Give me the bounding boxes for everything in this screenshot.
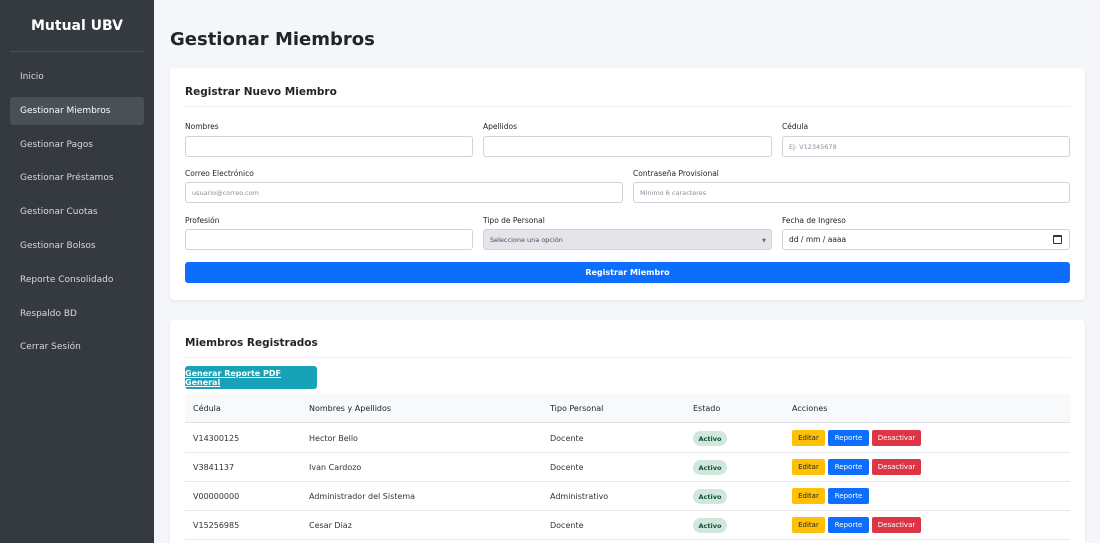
column-header-cedula[interactable]: Cédula <box>193 404 221 413</box>
cell-tipo: Docente <box>550 463 584 472</box>
column-header-tipo[interactable]: Tipo Personal <box>550 404 603 413</box>
nombres-label: Nombres <box>185 122 219 131</box>
row-actions: Editar Reporte <box>792 488 869 504</box>
contrasena-input[interactable]: Mínimo 6 caracteres <box>633 182 1070 203</box>
cell-cedula: V3841137 <box>193 463 235 472</box>
status-badge: Activo <box>693 431 727 446</box>
sidebar-item-gestionar-bolsos[interactable]: Gestionar Bolsos <box>10 232 144 260</box>
cell-nombre: Administrador del Sistema <box>309 492 416 501</box>
card-title: Registrar Nuevo Miembro <box>185 86 337 98</box>
cell-tipo: Administrativo <box>550 492 609 501</box>
contrasena-label: Contraseña Provisional <box>633 169 719 178</box>
apellidos-label: Apellidos <box>483 122 518 131</box>
sidebar: Mutual UBV Inicio Gestionar Miembros Ges… <box>0 0 154 543</box>
row-actions: Editar Reporte Desactivar <box>792 459 921 475</box>
sidebar-item-reporte-consolidado[interactable]: Reporte Consolidado <box>10 266 144 294</box>
card-divider <box>185 357 1070 358</box>
sidebar-item-gestionar-pagos[interactable]: Gestionar Pagos <box>10 131 144 159</box>
fecha-ingreso-input[interactable]: dd / mm / aaaa <box>782 229 1070 250</box>
sidebar-item-gestionar-cuotas[interactable]: Gestionar Cuotas <box>10 198 144 226</box>
page-title: Gestionar Miembros <box>170 29 375 50</box>
register-member-card: Registrar Nuevo Miembro Nombres Apellido… <box>170 68 1085 300</box>
column-header-estado[interactable]: Estado <box>693 404 720 413</box>
table-header: Cédula Nombres y Apellidos Tipo Personal… <box>185 394 1070 423</box>
correo-label: Correo Electrónico <box>185 169 254 178</box>
deactivate-button[interactable]: Desactivar <box>872 430 921 446</box>
edit-button[interactable]: Editar <box>792 517 825 533</box>
card-divider <box>185 106 1070 107</box>
fecha-ingreso-value: dd / mm / aaaa <box>789 235 847 244</box>
table-row: V00000000 Administrador del Sistema Admi… <box>185 482 1070 511</box>
sidebar-item-label: Gestionar Pagos <box>20 139 93 150</box>
row-actions: Editar Reporte Desactivar <box>792 517 921 533</box>
sidebar-item-cerrar-sesion[interactable]: Cerrar Sesión <box>10 333 144 361</box>
cell-nombre: Cesar Diaz <box>309 521 352 530</box>
sidebar-nav: Inicio Gestionar Miembros Gestionar Pago… <box>0 63 154 361</box>
deactivate-button[interactable]: Desactivar <box>872 459 921 475</box>
report-button[interactable]: Reporte <box>828 488 869 504</box>
cell-tipo: Docente <box>550 434 584 443</box>
sidebar-item-inicio[interactable]: Inicio <box>10 63 144 91</box>
table-row: V3841137 Ivan Cardozo Docente Activo Edi… <box>185 453 1070 482</box>
tipo-personal-select[interactable]: Seleccione una opción ▼ <box>483 229 772 250</box>
profesion-label: Profesión <box>185 216 220 225</box>
sidebar-item-gestionar-miembros[interactable]: Gestionar Miembros <box>10 96 144 125</box>
apellidos-input[interactable] <box>483 136 772 157</box>
column-header-nombres[interactable]: Nombres y Apellidos <box>309 404 391 413</box>
edit-button[interactable]: Editar <box>792 430 825 446</box>
cell-cedula: V15256985 <box>193 521 240 530</box>
edit-button[interactable]: Editar <box>792 459 825 475</box>
cell-tipo: Docente <box>550 521 584 530</box>
cell-cedula: V14300125 <box>193 434 240 443</box>
sidebar-item-label: Cerrar Sesión <box>20 342 81 353</box>
cedula-label: Cédula <box>782 122 809 131</box>
fecha-ingreso-label: Fecha de Ingreso <box>782 216 846 225</box>
table-row: V15256985 Cesar Diaz Docente Activo Edit… <box>185 511 1070 540</box>
column-header-acciones: Acciones <box>792 404 828 413</box>
sidebar-item-gestionar-prestamos[interactable]: Gestionar Préstamos <box>10 164 144 192</box>
sidebar-item-label: Respaldo BD <box>20 308 77 319</box>
cell-nombre: Hector Bello <box>309 434 358 443</box>
card-title: Miembros Registrados <box>185 337 318 349</box>
row-actions: Editar Reporte Desactivar <box>792 430 921 446</box>
sidebar-item-label: Inicio <box>20 72 44 82</box>
sidebar-item-label: Reporte Consolidado <box>20 274 114 285</box>
report-button[interactable]: Reporte <box>828 430 869 446</box>
sidebar-item-label: Gestionar Miembros <box>20 105 111 116</box>
report-button[interactable]: Reporte <box>828 517 869 533</box>
status-badge: Activo <box>693 518 727 533</box>
members-card: Miembros Registrados Generar Reporte PDF… <box>170 320 1085 543</box>
nombres-input[interactable] <box>185 136 473 157</box>
correo-input[interactable]: usuario@correo.com <box>185 182 623 203</box>
tipo-personal-label: Tipo de Personal <box>483 216 545 225</box>
cell-nombre: Ivan Cardozo <box>309 463 362 472</box>
profesion-input[interactable] <box>185 229 473 250</box>
calendar-icon[interactable] <box>1053 235 1062 244</box>
generate-pdf-report-button[interactable]: Generar Reporte PDF General <box>185 366 317 389</box>
report-button[interactable]: Reporte <box>828 459 869 475</box>
cell-cedula: V00000000 <box>193 492 240 501</box>
sidebar-item-label: Gestionar Bolsos <box>20 240 96 251</box>
status-badge: Activo <box>693 489 727 504</box>
main-content: Gestionar Miembros Registrar Nuevo Miemb… <box>154 0 1100 543</box>
status-badge: Activo <box>693 460 727 475</box>
chevron-down-icon: ▼ <box>762 238 766 244</box>
cedula-input[interactable]: Ej: V12345678 <box>782 136 1070 157</box>
register-member-button[interactable]: Registrar Miembro <box>185 262 1070 283</box>
brand-title: Mutual UBV <box>10 0 144 52</box>
deactivate-button[interactable]: Desactivar <box>872 517 921 533</box>
sidebar-item-label: Gestionar Préstamos <box>20 173 114 184</box>
table-row: V14300125 Hector Bello Docente Activo Ed… <box>185 424 1070 453</box>
edit-button[interactable]: Editar <box>792 488 825 504</box>
sidebar-item-label: Gestionar Cuotas <box>20 207 98 218</box>
tipo-personal-value: Seleccione una opción <box>490 235 563 244</box>
sidebar-item-respaldo-bd[interactable]: Respaldo BD <box>10 300 144 328</box>
